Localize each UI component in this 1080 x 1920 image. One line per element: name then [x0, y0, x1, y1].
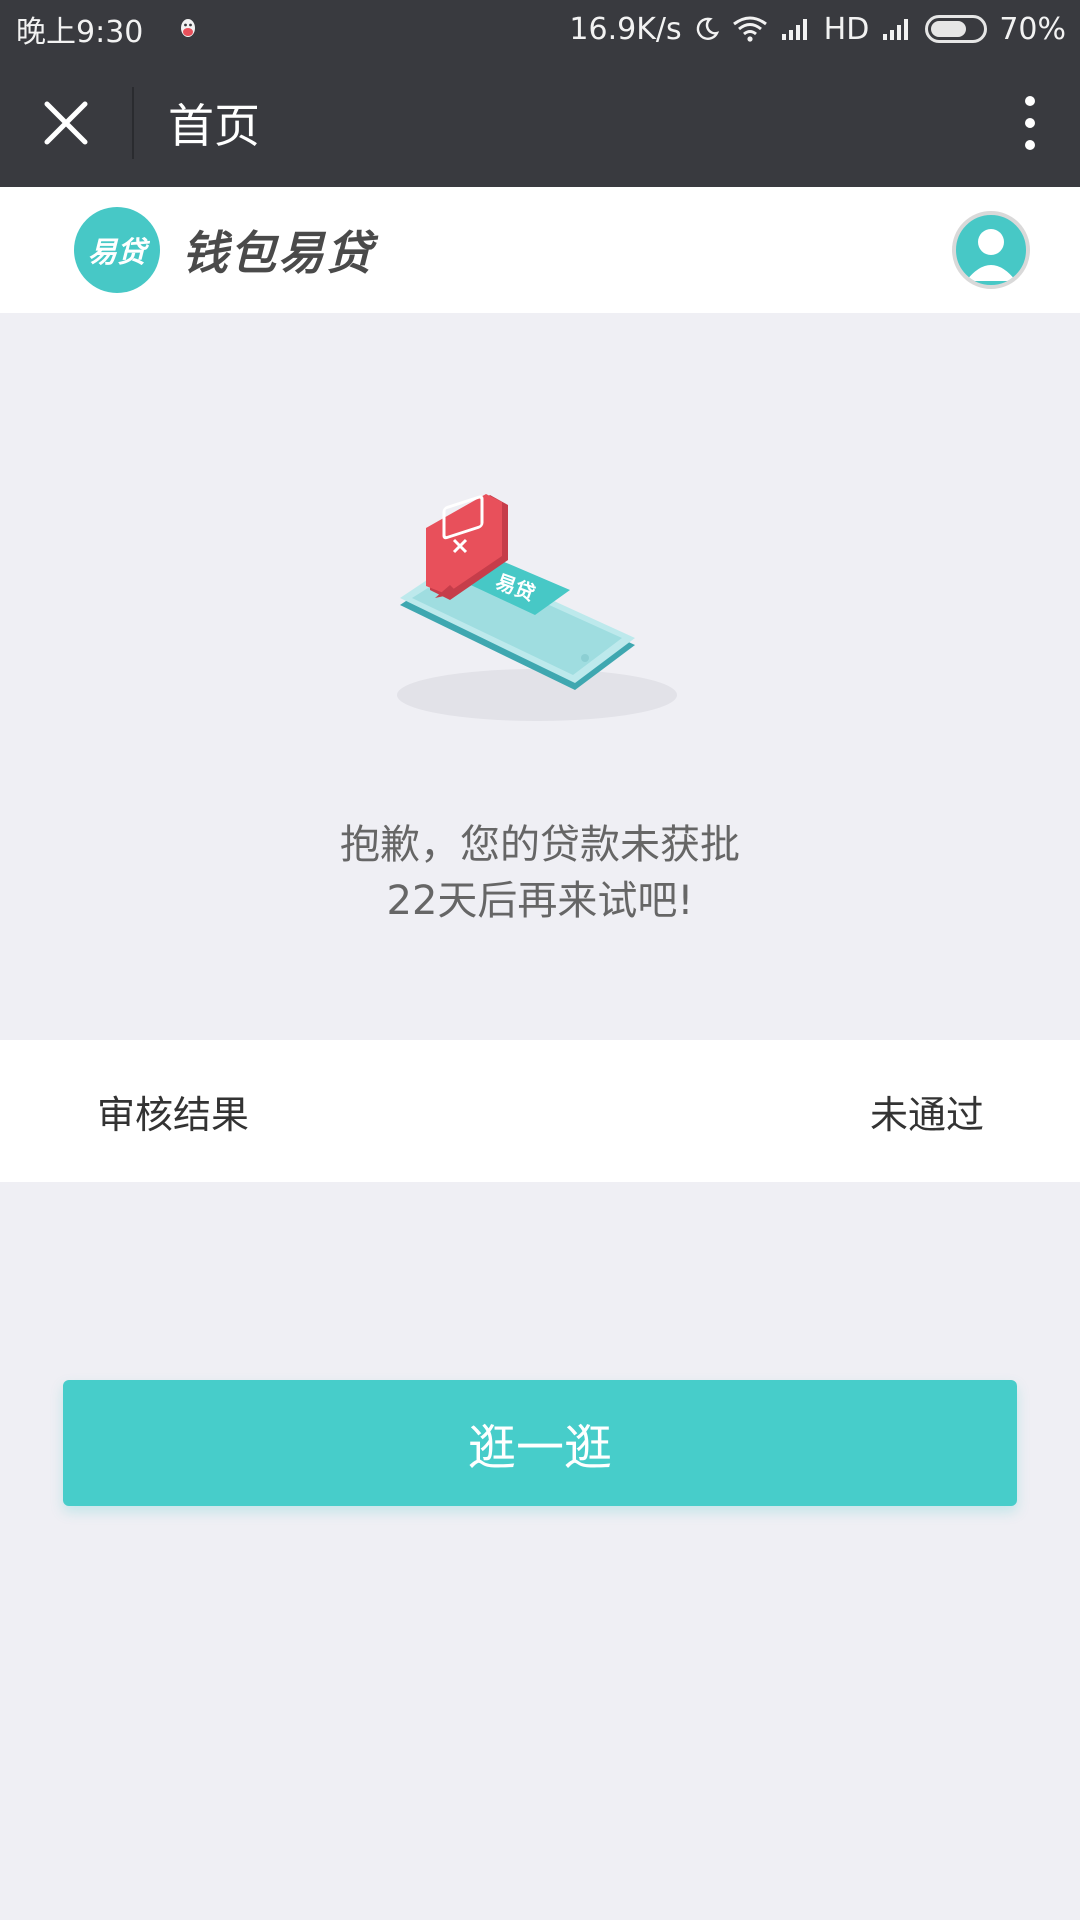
battery-percent: 70%	[999, 11, 1066, 47]
status-bar: 晚上9:30 16.9K/s HD 70%	[0, 0, 1080, 58]
more-button[interactable]	[980, 58, 1080, 187]
review-result-row: 审核结果 未通过	[0, 1040, 1080, 1182]
signal-icon-2	[883, 19, 909, 40]
nav-divider	[132, 86, 134, 159]
avatar[interactable]	[952, 211, 1030, 289]
close-button[interactable]	[0, 58, 132, 187]
page-title: 首页	[168, 98, 260, 153]
qq-icon	[181, 19, 196, 37]
review-result-value: 未通过	[869, 1092, 984, 1137]
battery-level	[931, 21, 967, 37]
moon-icon	[696, 17, 719, 40]
network-type: HD	[823, 11, 870, 47]
brand[interactable]: 易贷 钱包易贷	[74, 207, 374, 293]
rejection-message: 抱歉，您的贷款未获批	[340, 822, 740, 868]
rejected-phone-illustration: 易贷	[397, 494, 677, 721]
brand-name: 钱包易贷	[182, 226, 374, 280]
stroll-button[interactable]: 逛一逛	[63, 1380, 1017, 1506]
network-speed: 16.9K/s	[569, 11, 682, 47]
battery-icon	[925, 15, 988, 43]
signal-icon	[781, 19, 807, 40]
more-vertical-icon	[1025, 95, 1035, 150]
user-icon	[966, 229, 1016, 281]
review-result-label: 审核结果	[97, 1092, 250, 1137]
retry-hint: 22天后再来试吧!	[386, 878, 694, 924]
brand-logo: 易贷	[74, 207, 160, 293]
close-icon	[44, 101, 88, 144]
status-time: 晚上9:30	[16, 15, 144, 50]
app-header: 易贷 钱包易贷	[0, 187, 1080, 313]
wifi-icon	[732, 16, 767, 42]
nav-bar: 首页	[0, 58, 1080, 187]
screen: 晚上9:30 16.9K/s HD 70% 首页 易贷 钱包易贷 易贷 抱歉，您…	[0, 0, 1080, 1920]
